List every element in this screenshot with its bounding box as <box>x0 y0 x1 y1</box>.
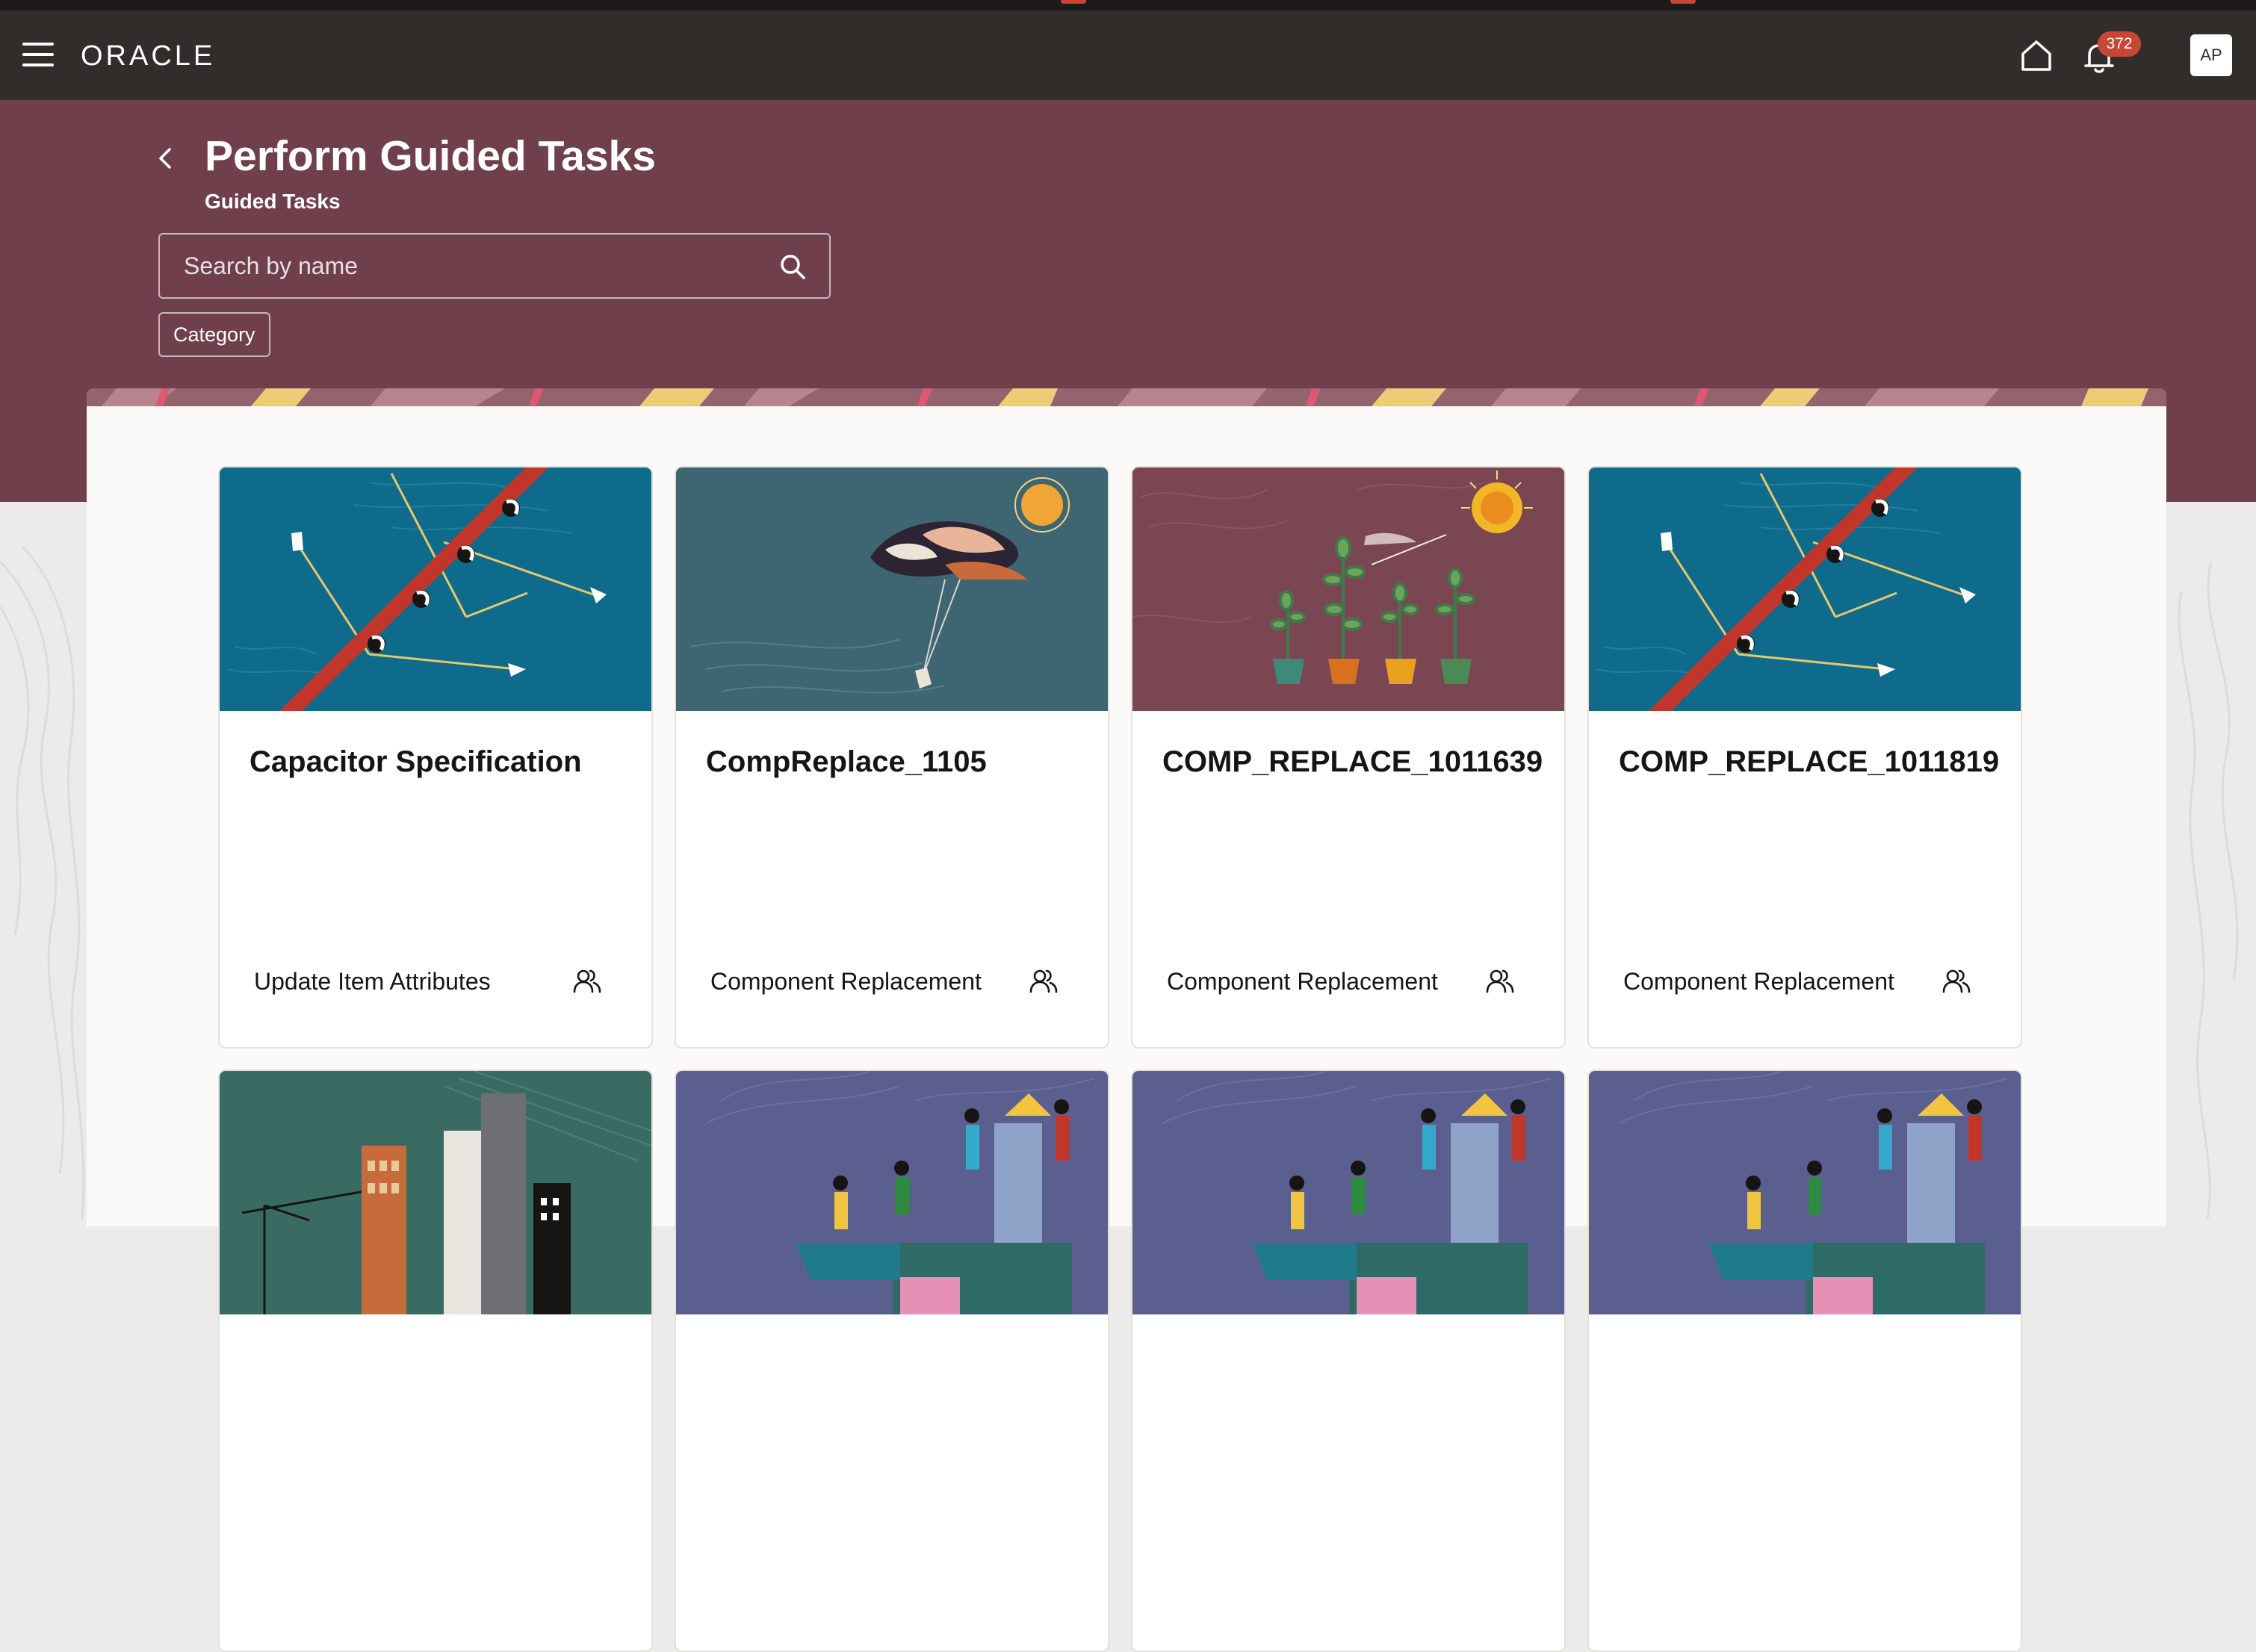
users-icon <box>1942 969 1971 993</box>
card-category: Component Replacement <box>1623 968 1894 995</box>
card-title: Capacitor Specification <box>250 745 582 778</box>
task-card[interactable] <box>1131 1069 1566 1652</box>
category-filter-chip[interactable]: Category <box>158 312 270 357</box>
menu-icon[interactable] <box>22 43 54 66</box>
card-illustration <box>676 1071 1108 1314</box>
global-header: ORACLE 372 AP <box>0 10 2256 100</box>
card-category: Update Item Attributes <box>254 968 491 995</box>
card-illustration <box>220 468 651 711</box>
task-card[interactable]: CompReplace_1105 Component Replacement <box>675 466 1109 1049</box>
search-input[interactable] <box>160 235 774 297</box>
task-card[interactable] <box>1587 1069 2022 1652</box>
search-field <box>158 233 831 299</box>
user-avatar[interactable]: AP <box>2190 34 2232 76</box>
back-chevron-icon[interactable] <box>151 143 181 173</box>
card-category: Component Replacement <box>1167 968 1438 995</box>
card-category: Component Replacement <box>710 968 982 995</box>
users-icon <box>573 969 601 993</box>
card-illustration <box>1589 1071 2021 1314</box>
task-card[interactable]: Capacitor Specification Update Item Attri… <box>218 466 653 1049</box>
page-title: Perform Guided Tasks <box>205 132 656 180</box>
card-illustration <box>676 468 1108 711</box>
card-title: COMP_REPLACE_1011819 <box>1619 745 2000 778</box>
card-illustration <box>220 1071 651 1314</box>
system-strip <box>0 0 2256 10</box>
oracle-logo: ORACLE <box>81 40 216 72</box>
search-icon[interactable] <box>777 251 808 282</box>
card-illustration <box>1589 468 2021 711</box>
card-illustration <box>1132 1071 1564 1314</box>
notification-count-badge: 372 <box>2098 31 2141 57</box>
card-illustration <box>1132 468 1564 711</box>
task-card[interactable] <box>218 1069 653 1652</box>
page-subtitle: Guided Tasks <box>205 190 341 213</box>
task-card[interactable]: COMP_REPLACE_1011639 Component Replacemen… <box>1131 466 1566 1049</box>
users-icon <box>1029 969 1058 993</box>
panel-decorative-border <box>87 388 2166 406</box>
task-card[interactable]: COMP_REPLACE_1011819 Component Replacemen… <box>1587 466 2022 1049</box>
task-card[interactable] <box>675 1069 1109 1652</box>
users-icon <box>1486 969 1514 993</box>
card-title: COMP_REPLACE_1011639 <box>1162 745 1543 778</box>
card-title: CompReplace_1105 <box>706 745 987 778</box>
home-icon[interactable] <box>2018 37 2054 73</box>
